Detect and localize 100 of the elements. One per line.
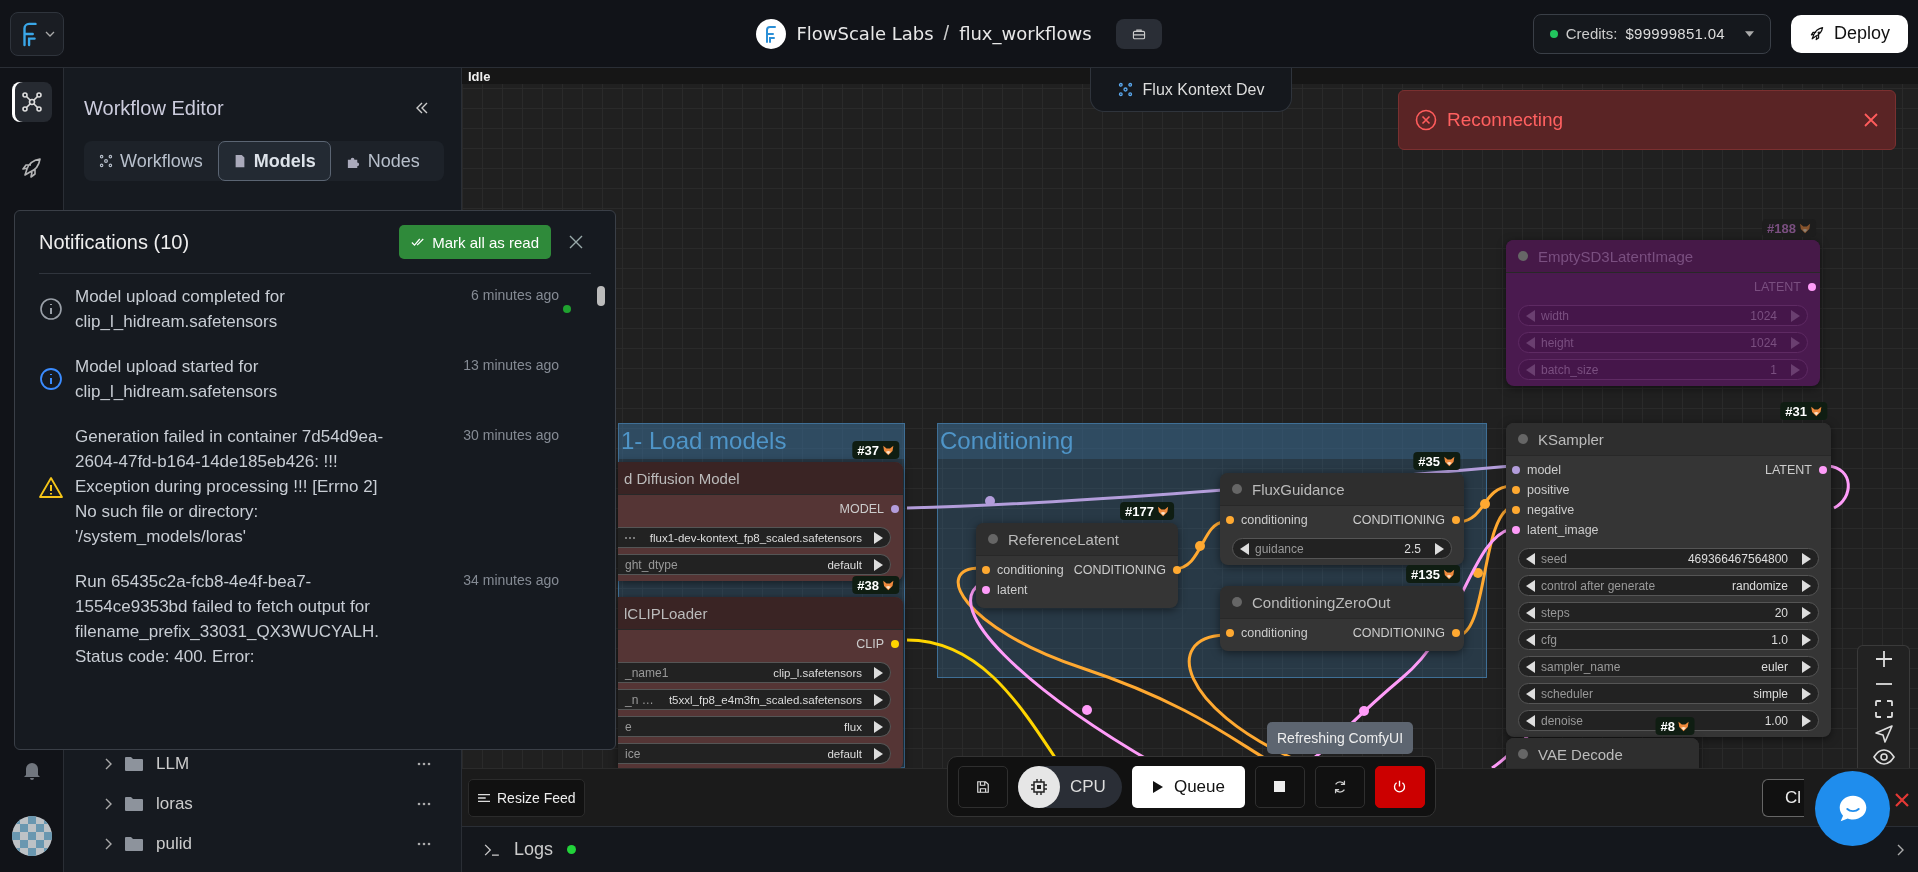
input-slot[interactable] [1226,629,1234,637]
node-card[interactable]: ReferenceLatent conditioning latent CONDITIONING [976,523,1178,608]
deploy-button[interactable]: Deploy [1790,14,1908,53]
collapse-dot-icon[interactable] [1518,434,1528,444]
close-icon[interactable] [1894,792,1910,808]
more-icon[interactable] [417,802,431,806]
error-icon [1415,109,1437,131]
folder-row[interactable]: LLM [84,744,441,784]
scrollbar-thumb[interactable] [597,286,605,306]
output-slot[interactable] [1452,516,1460,524]
popover-title: Notifications (10) [39,230,190,254]
collapse-dot-icon[interactable] [1232,597,1242,607]
project-name[interactable]: flux_workflows [959,23,1092,44]
zoom-in-icon[interactable] [1873,648,1894,669]
collapse-dot-icon[interactable] [1518,251,1528,261]
slot-label: positive [1527,483,1570,497]
notification-message: Model upload completed for clip_l_hidream.safetensors [75,286,286,333]
output-slot[interactable] [891,640,899,648]
chevron-icon[interactable] [104,798,112,810]
notification-message: Run 65435c2a-fcb8-4e4f-bea7-1554ce9353bd failed to fetch output for filename_prefix_33031_QX3WUCYALH. Status code: 400. Error: [75,571,380,668]
close-button[interactable]: Cl [1762,778,1804,817]
mark-all-read-button[interactable]: Mark all as read [399,225,551,259]
eye-icon[interactable] [1872,749,1895,766]
input-slot[interactable] [1512,526,1520,534]
more-icon[interactable] [417,762,431,766]
queue-button[interactable]: Queue [1131,765,1245,808]
chevron-icon[interactable] [104,838,112,850]
sidebar-tab[interactable]: Workflows [84,141,218,181]
resize-feed-button[interactable]: Resize Feed [468,778,585,817]
notification-message: Generation failed in container 7d54d9ea-2604-47fd-b164-14de185eb426: !!! Exception during processing !!! [Errno 2] No such file or directory: '/system_models/loras' [75,426,385,548]
slot-label: conditioning [997,563,1064,577]
widget-value: 1.0 [1770,632,1788,647]
slot-label: conditioning [1241,626,1308,640]
collapse-icon[interactable] [415,102,429,114]
avatar-icon[interactable] [11,816,52,856]
output-slot[interactable] [1819,466,1827,474]
chevron-icon[interactable] [104,758,112,770]
widget-value: 469366467564800 [1686,551,1788,566]
output-slot[interactable] [1808,283,1816,291]
double-check-icon [411,237,426,247]
close-icon[interactable] [569,235,583,249]
widget-label: denoise [1541,713,1584,728]
input-slot[interactable] [1512,486,1520,494]
collapse-dot-icon[interactable] [1518,749,1528,759]
logs-label[interactable]: Logs [514,839,554,860]
stop-button[interactable] [1254,765,1305,808]
node-card[interactable]: ConditioningZeroOut conditioning CONDITIONING [1220,586,1464,651]
save-button[interactable] [958,765,1008,808]
power-button[interactable] [1374,765,1425,808]
widget-field[interactable]: flux1-dev-kontext_fp8_scaled.safetensors [618,527,891,548]
node-card[interactable]: d Diffusion Model MODEL flux1-dev-kontext_fp8_scaled.safetensors ght_dtype default [618,462,903,581]
widget-field[interactable]: e flux [618,716,891,737]
widget-label: steps [1541,605,1570,620]
node-card[interactable]: VAE Decode [1506,738,1699,768]
input-slot[interactable] [1512,466,1520,474]
input-slot[interactable] [982,586,990,594]
collapse-dot-icon[interactable] [988,534,998,544]
widget-field[interactable]: _name1 clip_l.safetensors [618,662,891,683]
briefcase-button[interactable] [1115,18,1162,49]
node-card[interactable]: lCLIPLoader CLIP _name1 clip_l.safetensors _n … t5xxl_fp8_e4m3fn_scaled.safetensors e flux ice default [618,597,903,768]
sidebar-tab[interactable]: Nodes [330,141,435,181]
more-icon[interactable] [417,842,431,846]
node-id: #37 [857,442,879,458]
node-title: KSampler [1538,430,1604,448]
close-icon[interactable] [1863,112,1879,128]
input-slot[interactable] [982,566,990,574]
cpu-toggle[interactable]: CPU [1018,765,1122,808]
chevron-down-icon [45,30,55,37]
sidebar-tab[interactable]: Models [217,141,331,181]
refresh-button[interactable] [1314,765,1365,808]
fox-icon [1443,568,1455,580]
save-icon [976,779,990,794]
notification-time: 30 minutes ago [462,426,559,443]
widget-field[interactable]: ice default [618,743,891,764]
output-slot[interactable] [1452,629,1460,637]
chevron-right-icon[interactable] [1896,843,1904,856]
credits-dropdown[interactable]: Credits: $99999851.04 [1532,13,1771,54]
widget-field[interactable]: _n … t5xxl_fp8_e4m3fn_scaled.safetensors [618,689,891,710]
node-title: ReferenceLatent [1008,530,1119,548]
workflow-tab[interactable]: Flux Kontext Dev [1090,68,1292,112]
briefcase-icon [1131,27,1146,40]
fit-view-icon[interactable] [1873,698,1894,719]
node-card[interactable]: FluxGuidance conditioning CONDITIONING guidance 2.5 [1220,473,1464,565]
widget-label: height [1541,335,1574,350]
fox-icon [1678,720,1690,732]
status-text: Idle [468,69,491,84]
widget-value: randomize [1730,578,1788,593]
collapse-dot-icon[interactable] [1232,484,1242,494]
node-title: VAE Decode [1538,745,1623,763]
input-slot[interactable] [1512,506,1520,514]
workspace-menu-button[interactable] [10,11,64,56]
input-slot[interactable] [1226,516,1234,524]
organization-name[interactable]: FlowScale Labs [796,23,934,44]
folder-row[interactable]: pulid [84,824,441,864]
output-slot[interactable] [891,505,899,513]
folder-row[interactable]: loras [84,784,441,824]
widget-field[interactable]: ght_dtype default [618,554,891,575]
widget-value: 1024 [1749,335,1777,350]
output-slot[interactable] [1173,566,1182,574]
navigate-icon[interactable] [1873,724,1894,745]
